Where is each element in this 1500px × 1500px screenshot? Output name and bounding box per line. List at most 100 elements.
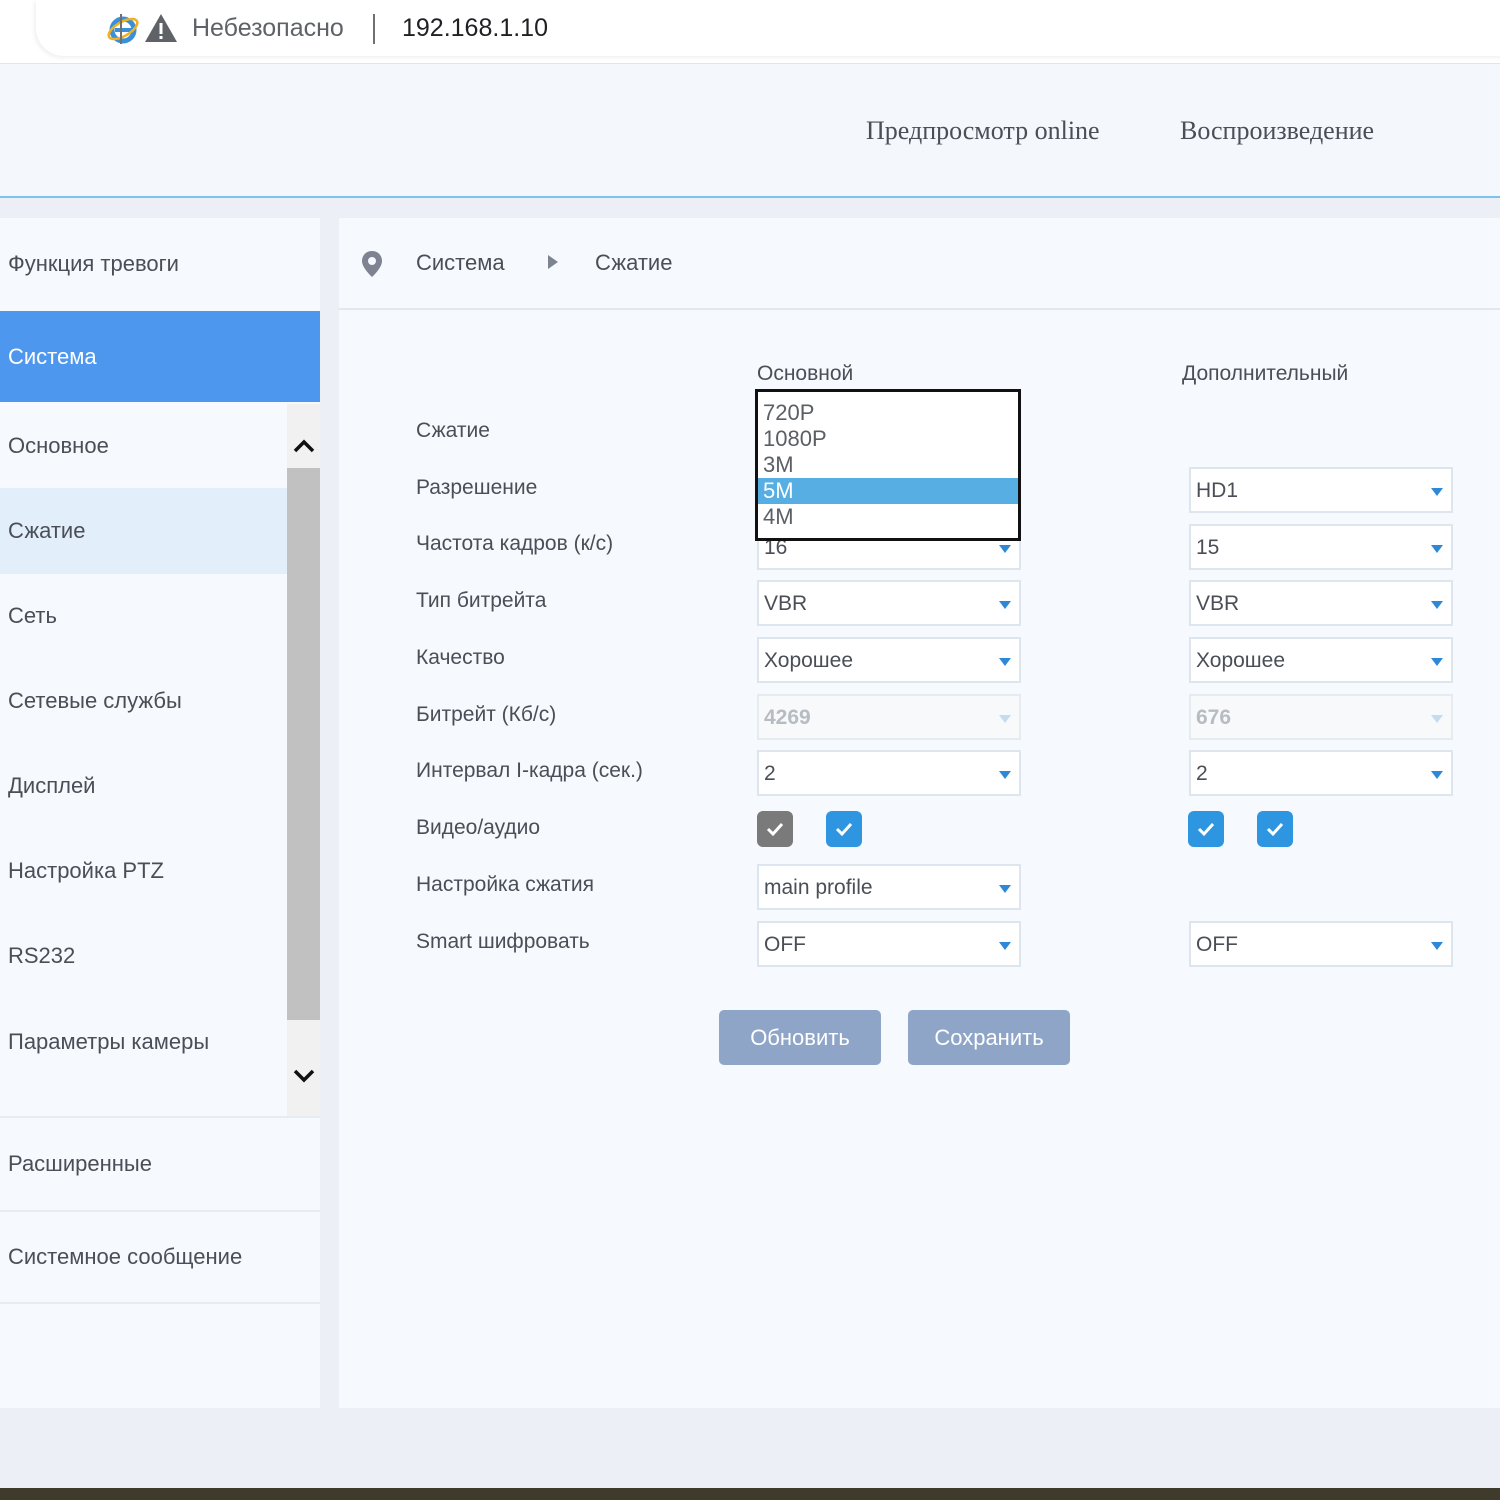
- extra-audio-checkbox[interactable]: [1257, 811, 1293, 847]
- dropdown-caret-icon: [999, 885, 1011, 893]
- column-header-main: Основной: [757, 362, 854, 385]
- sidebar-item-ptz[interactable]: Настройка PTZ: [0, 828, 287, 914]
- label-resolution: Разрешение: [416, 476, 538, 499]
- dropdown-caret-icon: [1431, 658, 1443, 666]
- sidebar-item-label: Системное сообщение: [8, 1244, 243, 1269]
- sidebar-item-system-message[interactable]: Системное сообщение: [0, 1212, 320, 1302]
- sidebar-item-network-services[interactable]: Сетевые службы: [0, 658, 287, 744]
- dropdown-caret-icon: [999, 715, 1011, 723]
- label-compression-setting: Настройка сжатия: [416, 873, 594, 896]
- extra-fps-select[interactable]: 15: [1189, 524, 1453, 570]
- location-pin-icon: [362, 251, 382, 277]
- resolution-option[interactable]: 3M: [758, 452, 1018, 478]
- resolution-option[interactable]: 1080P: [758, 426, 1018, 452]
- main-video-checkbox[interactable]: [757, 811, 793, 847]
- main-quality-select[interactable]: Хорошее: [757, 637, 1021, 683]
- resolution-option-selected[interactable]: 5M: [758, 478, 1018, 504]
- nav-playback[interactable]: Воспроизведение: [1180, 116, 1374, 146]
- sidebar-item-label: Параметры камеры: [8, 1029, 210, 1054]
- breadcrumb-section[interactable]: Система: [416, 250, 505, 276]
- sidebar-item-label: Дисплей: [8, 773, 96, 798]
- extra-quality-select[interactable]: Хорошее: [1189, 637, 1453, 683]
- dropdown-caret-icon: [1431, 715, 1443, 723]
- main-audio-checkbox[interactable]: [826, 811, 862, 847]
- main-smart-encrypt-select[interactable]: OFF: [757, 921, 1021, 967]
- scroll-up-button[interactable]: [287, 428, 320, 464]
- label-bitrate-type: Тип битрейта: [416, 589, 547, 612]
- internet-explorer-icon: [107, 16, 139, 44]
- extra-iframe-select[interactable]: 2: [1189, 750, 1453, 796]
- main-bitrate-select: 4269: [757, 694, 1021, 740]
- label-video-audio: Видео/аудио: [416, 816, 541, 839]
- chevron-up-icon: [293, 439, 314, 453]
- sidebar-item-display[interactable]: Дисплей: [0, 744, 287, 828]
- sidebar-item-alarm[interactable]: Функция тревоги: [0, 218, 320, 310]
- security-warning-text[interactable]: Небезопасно: [192, 14, 344, 43]
- caret-right-icon: [548, 255, 558, 269]
- scroll-down-button[interactable]: [287, 1058, 320, 1094]
- top-header: Предпросмотр online Воспроизведение: [0, 64, 1500, 198]
- refresh-button[interactable]: Обновить: [719, 1010, 881, 1065]
- sidebar-item-advanced[interactable]: Расширенные: [0, 1118, 320, 1210]
- address-separator: [373, 14, 375, 44]
- extra-bitrate-type-select[interactable]: VBR: [1189, 580, 1453, 626]
- main-compression-setting-select[interactable]: main profile: [757, 864, 1021, 910]
- sidebar-item-label: Сеть: [8, 603, 57, 628]
- resolution-option[interactable]: 4M: [758, 504, 1018, 530]
- checkmark-icon: [835, 822, 853, 837]
- label-smart-encrypt: Smart шифровать: [416, 930, 590, 953]
- sidebar-item-label: Настройка PTZ: [8, 858, 164, 883]
- sidebar-item-system[interactable]: Система: [0, 311, 320, 402]
- sidebar-item-basic[interactable]: Основное: [0, 404, 287, 488]
- browser-address-bar: Небезопасно 192.168.1.10: [0, 0, 1500, 64]
- breadcrumb: Система Сжатие: [339, 218, 1500, 310]
- sidebar-item-label: Сетевые службы: [8, 688, 182, 713]
- sidebar-item-rs232[interactable]: RS232: [0, 914, 287, 998]
- warning-icon[interactable]: [144, 12, 178, 44]
- label-quality: Качество: [416, 646, 505, 669]
- checkmark-icon: [1197, 822, 1215, 837]
- dropdown-caret-icon: [1431, 545, 1443, 553]
- chevron-down-icon: [293, 1069, 314, 1083]
- dropdown-caret-icon: [999, 601, 1011, 609]
- dropdown-caret-icon: [1431, 601, 1443, 609]
- main-iframe-select[interactable]: 2: [757, 750, 1021, 796]
- main-resolution-dropdown-list[interactable]: 720P 1080P 3M 5M 4M: [755, 389, 1021, 541]
- address-field[interactable]: Небезопасно 192.168.1.10: [36, 0, 1500, 56]
- nav-live-preview[interactable]: Предпросмотр online: [866, 116, 1100, 146]
- label-compression: Сжатие: [416, 419, 490, 442]
- checkmark-icon: [1266, 822, 1284, 837]
- sidebar-scrollbar-thumb[interactable]: [287, 468, 320, 1020]
- sidebar: Функция тревоги Система Основное Сжатие …: [0, 218, 320, 1408]
- address-separator: [120, 14, 122, 44]
- extra-bitrate-select: 676: [1189, 694, 1453, 740]
- dropdown-caret-icon: [1431, 942, 1443, 950]
- sidebar-item-label: Функция тревоги: [8, 251, 179, 276]
- sidebar-divider: [0, 1302, 320, 1304]
- sidebar-item-camera-params[interactable]: Параметры камеры: [0, 998, 287, 1086]
- dropdown-caret-icon: [1431, 771, 1443, 779]
- main-panel: Система Сжатие Основной Дополнительный С…: [339, 218, 1500, 1408]
- extra-video-checkbox[interactable]: [1188, 811, 1224, 847]
- sidebar-item-label: Система: [8, 343, 97, 369]
- extra-resolution-select[interactable]: HD1: [1189, 467, 1453, 513]
- dropdown-caret-icon: [999, 771, 1011, 779]
- dropdown-caret-icon: [999, 658, 1011, 666]
- sidebar-item-label: Расширенные: [8, 1151, 152, 1176]
- save-button[interactable]: Сохранить: [908, 1010, 1070, 1065]
- extra-smart-encrypt-select[interactable]: OFF: [1189, 921, 1453, 967]
- main-bitrate-type-select[interactable]: VBR: [757, 580, 1021, 626]
- sidebar-item-label: RS232: [8, 943, 76, 968]
- breadcrumb-page: Сжатие: [595, 250, 673, 275]
- sidebar-item-compression[interactable]: Сжатие: [0, 488, 287, 574]
- url-text[interactable]: 192.168.1.10: [402, 14, 548, 43]
- taskbar-edge: [0, 1488, 1500, 1500]
- label-bitrate: Битрейт (Кб/с): [416, 703, 557, 726]
- resolution-option[interactable]: 720P: [758, 400, 1018, 426]
- label-fps: Частота кадров (к/с): [416, 532, 614, 555]
- dropdown-caret-icon: [999, 942, 1011, 950]
- sidebar-item-label: Основное: [8, 433, 109, 458]
- dropdown-caret-icon: [1431, 488, 1443, 496]
- sidebar-item-network[interactable]: Сеть: [0, 574, 287, 658]
- sidebar-item-label: Сжатие: [8, 518, 86, 543]
